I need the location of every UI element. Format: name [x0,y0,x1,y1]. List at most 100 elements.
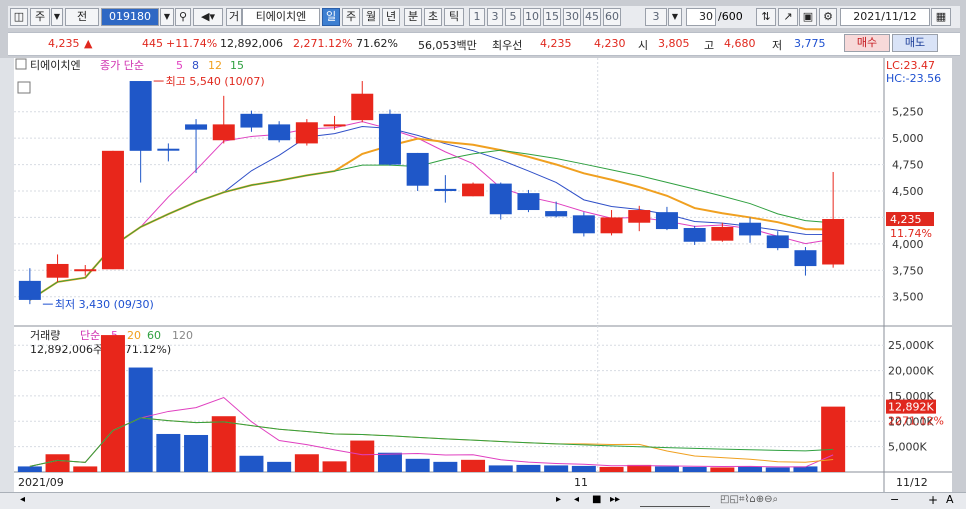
period-second[interactable]: 초 [424,8,442,26]
volume-tick-label: 5,000K [888,441,927,454]
interval-3[interactable]: 3 [487,8,503,26]
price-tick-label: 5,000 [892,132,924,145]
period-tick[interactable]: 틱 [444,8,464,26]
candle-body [212,124,235,141]
low-price: 3,775 [794,37,826,50]
candle-body [434,188,457,191]
candle-body [572,215,595,234]
search-icon[interactable]: ⚲ [175,8,191,26]
period-minute[interactable]: 분 [404,8,422,26]
interval-15[interactable]: 15 [543,8,561,26]
candle-body [462,183,485,197]
price-tick-label: 3,500 [892,291,924,304]
interval-10[interactable]: 10 [523,8,541,26]
zoom-in-icon[interactable]: + [928,493,938,507]
stop-icon[interactable]: ■ [592,494,601,505]
candle-body [655,212,678,230]
indicator-icon[interactable]: ⇅ [756,8,776,26]
buy-button[interactable]: 매수 [844,34,890,52]
hc-label: HC:-23.56 [886,72,941,85]
period-week[interactable]: 주 [342,8,360,26]
left-edge-strip [0,58,14,508]
period-day[interactable]: 일 [322,8,340,26]
candle-body [46,263,69,278]
scroll-left-icon[interactable]: ◂ [20,494,25,505]
draw-tool-icon[interactable]: ↗ [778,8,798,26]
panel-menu-icon[interactable] [15,58,27,70]
volume-bar [322,461,347,472]
grid-toggle-icon[interactable] [17,81,31,94]
volume-bar [544,465,569,472]
volume-bar [433,461,458,472]
up-arrow-icon: ▲ [84,37,93,50]
candle-body [489,183,512,215]
candle-body [739,222,762,236]
volume-bar [267,461,292,472]
candle-body [628,210,651,223]
vol-ma-label: 단순 [80,329,100,342]
candlestick-chart[interactable]: 티에이치엔 종가 단순 5 8 12 15 LC:23.47 HC:-23.56… [14,58,952,492]
view-count-input[interactable]: 30 [686,8,716,26]
current-volume-pct-text: 2271.12% [888,415,944,428]
drawing-tools-icon[interactable]: ◰◱⌗⌇⌂⊕⊖⌕ [720,494,778,505]
interval-45[interactable]: 45 [583,8,601,26]
volume-tick-label: 20,000K [888,365,934,378]
volume-bar [710,467,735,472]
next-icon[interactable]: ▸▸ [610,494,620,505]
candle-body [794,250,817,267]
candle-body [711,226,734,241]
current-price: 4,235 [48,37,80,50]
turnover-percent: 71.62% [356,37,398,50]
chart-scrollbar[interactable]: ◂ ▸ ◂ ■ ▸▸ ◰◱⌗⌇⌂⊕⊖⌕ − + A [0,492,966,509]
market-select[interactable]: 주 [30,8,50,26]
candle-body [517,193,540,211]
save-icon[interactable]: ▣ [799,8,817,26]
chevron-down-icon[interactable]: ▼ [160,8,174,26]
sell-button[interactable]: 매도 [892,34,938,52]
speaker-icon[interactable]: ◀▾ [193,8,223,26]
volume-bar [17,466,42,472]
chevron-down-icon[interactable]: ▼ [668,8,682,26]
custom-interval[interactable]: 3 [645,8,667,26]
date-input[interactable]: 2021/11/12 [840,8,930,26]
best-quote-label: 최우선 [492,39,523,52]
scroll-track[interactable] [640,493,710,507]
interval-60[interactable]: 60 [603,8,621,26]
chart-area[interactable]: 티에이치엔 종가 단순 5 8 12 15 LC:23.47 HC:-23.56… [14,58,952,492]
candle-body [406,152,429,186]
all-toggle[interactable]: 전 [65,8,99,26]
stock-code-input[interactable]: 019180 [101,8,159,26]
ma8-line [29,125,834,301]
change-amount: 445 [142,37,163,50]
quote-bar: 4,235 ▲ 445 +11.74% 12,892,006 2,271.12%… [8,32,960,56]
layout-icon[interactable]: ◫ [10,8,28,26]
prev-icon[interactable]: ◂ [574,494,579,505]
candle-body [268,124,291,141]
volume-bar [294,454,319,472]
volume-bar [211,416,236,472]
play-icon[interactable]: ▸ [556,494,561,505]
max-price-label: 최고 5,540 (10/07) [166,75,265,88]
gear-icon[interactable]: ⚙ [819,8,837,26]
min-price-label: 최저 3,430 (09/30) [55,298,154,311]
candle-body [545,211,568,217]
current-pct-tag-text: 11.74% [890,227,932,240]
exchange-label: 거 [226,8,242,26]
zoom-reset-icon[interactable]: A [946,493,954,506]
high-label: 고 [704,39,715,52]
chevron-down-icon[interactable]: ▼ [51,8,63,26]
volume-bar [682,466,707,472]
calendar-icon[interactable]: ▦ [931,8,951,26]
price-tick-label: 4,500 [892,185,924,198]
ma-label: 종가 단순 [100,59,144,72]
interval-30[interactable]: 30 [563,8,581,26]
interval-5[interactable]: 5 [505,8,521,26]
candle-body [157,148,180,151]
open-label: 시 [638,39,649,52]
period-month[interactable]: 월 [362,8,380,26]
volume-bar [461,459,486,472]
zoom-out-icon[interactable]: − [890,493,899,506]
interval-1[interactable]: 1 [469,8,485,26]
period-year[interactable]: 년 [382,8,400,26]
volume-bar [654,466,679,472]
